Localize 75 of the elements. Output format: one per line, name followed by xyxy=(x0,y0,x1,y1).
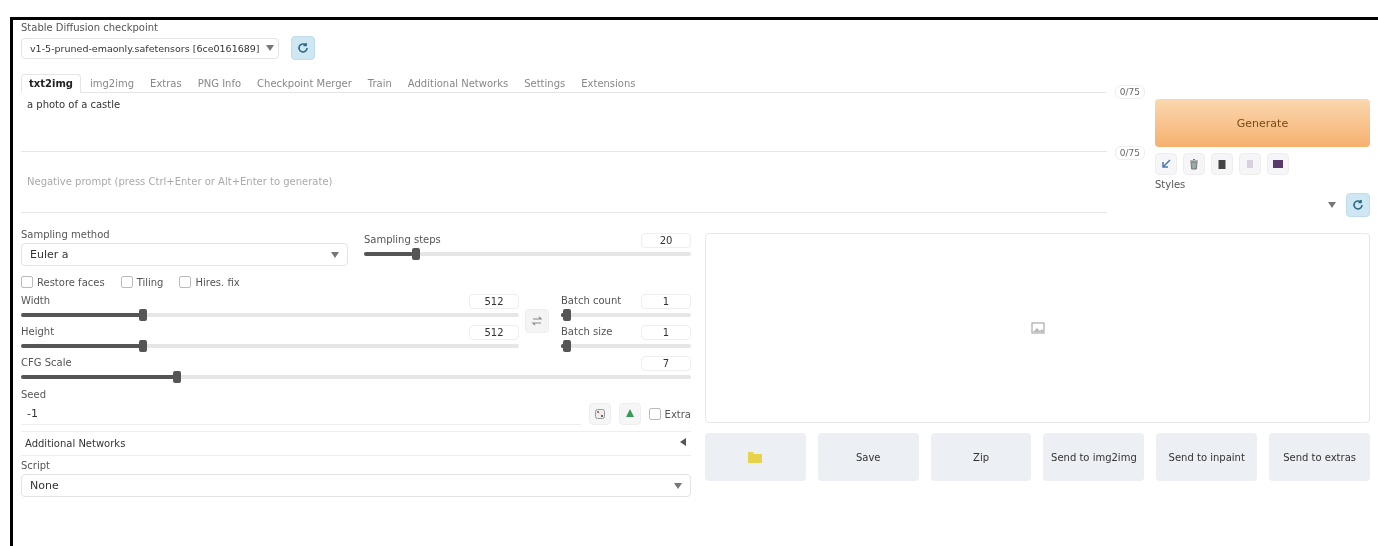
checkbox[interactable] xyxy=(21,276,33,288)
script-label: Script xyxy=(21,460,51,471)
output-button[interactable]: Send to extras xyxy=(1269,433,1370,481)
token-counter: 0/75 xyxy=(1114,146,1145,160)
seed-field[interactable]: -1 xyxy=(21,403,581,425)
folder-icon xyxy=(747,450,764,464)
checkbox[interactable] xyxy=(648,408,661,420)
number-field[interactable]: 512 xyxy=(469,325,519,340)
slider-label: Width xyxy=(21,294,51,306)
checkpoint-dropdown[interactable]: v1-5-pruned-emaonly.safetensors [6ce0161689] xyxy=(21,37,279,59)
caret-icon xyxy=(265,45,274,51)
checkbox[interactable] xyxy=(120,276,133,288)
slider-label: CFG Scale xyxy=(21,356,72,368)
token-counter: 0/75 xyxy=(1114,85,1145,99)
tab[interactable]: Extensions xyxy=(574,74,643,92)
clipboard-button[interactable] xyxy=(1211,153,1233,175)
checkbox[interactable] xyxy=(179,276,192,288)
slider-label: Sampling steps xyxy=(364,233,441,245)
script-dropdown[interactable]: None xyxy=(21,474,691,497)
output-button[interactable]: Send to inpaint xyxy=(1156,433,1258,481)
generate-button[interactable]: Generate xyxy=(1155,99,1370,147)
model-button[interactable] xyxy=(1267,153,1289,175)
number-field[interactable]: 7 xyxy=(641,356,691,371)
tab[interactable]: Additional Networks xyxy=(400,74,516,92)
sampling-method-dropdown[interactable]: Euler a xyxy=(21,243,348,266)
refresh-button[interactable] xyxy=(291,36,315,60)
slider-label: Batch size xyxy=(561,325,613,337)
output-button[interactable]: Save xyxy=(817,433,919,481)
seed-label: Seed xyxy=(21,389,47,400)
checkbox-label: Hires. fix xyxy=(195,276,240,288)
refresh-icon xyxy=(1352,199,1364,211)
checkpoint-label: Stable Diffusion checkpoint xyxy=(21,22,159,33)
image-icon xyxy=(1029,320,1046,336)
slider-thumb[interactable] xyxy=(173,371,182,383)
slider-thumb[interactable] xyxy=(563,340,572,352)
slider-thumb[interactable] xyxy=(138,340,147,352)
caret-icon xyxy=(331,251,339,258)
slider-thumb[interactable] xyxy=(138,309,147,321)
caret-icon xyxy=(674,482,682,489)
slider-label: Batch count xyxy=(561,294,622,306)
number-field[interactable]: 20 xyxy=(641,233,691,248)
number-field[interactable]: 1 xyxy=(641,294,691,309)
arrow-icon xyxy=(1160,158,1172,170)
checkbox-label: Extra xyxy=(664,408,691,420)
refresh-icon xyxy=(297,42,309,54)
refresh-button[interactable] xyxy=(1346,193,1370,217)
read-params-button[interactable] xyxy=(1155,153,1177,175)
styles-label: Styles xyxy=(1155,179,1187,190)
tab[interactable]: txt2img xyxy=(21,74,81,93)
tab[interactable]: Train xyxy=(360,74,399,92)
caret-icon xyxy=(1328,202,1336,208)
output-button[interactable]: Send to img2img xyxy=(1043,433,1145,481)
accordion-header[interactable]: Additional Networks xyxy=(21,431,691,456)
checkbox-label: Restore faces xyxy=(37,276,105,288)
number-field[interactable]: 512 xyxy=(469,294,519,309)
random-seed-button[interactable] xyxy=(588,403,611,425)
dice-icon xyxy=(593,408,606,420)
slider-thumb[interactable] xyxy=(411,248,420,260)
tab[interactable]: Extras xyxy=(143,74,189,92)
slider-label: Height xyxy=(21,325,55,337)
checkbox-label: Tiling xyxy=(136,276,164,288)
tab[interactable]: img2img xyxy=(83,74,142,92)
page-icon xyxy=(1244,158,1256,170)
slider-thumb[interactable] xyxy=(563,309,572,321)
reuse-seed-button[interactable] xyxy=(618,403,641,425)
tab[interactable]: Checkpoint Merger xyxy=(250,74,359,92)
output-button[interactable]: Zip xyxy=(930,433,1032,481)
number-field[interactable]: 1 xyxy=(641,325,691,340)
tab[interactable]: Settings xyxy=(517,74,573,92)
swap-icon xyxy=(531,315,543,327)
trash-icon xyxy=(1188,158,1200,170)
sampling-method-label: Sampling method xyxy=(21,229,111,240)
prompt-field[interactable]: a photo of a castle xyxy=(21,95,1107,152)
tab[interactable]: PNG Info xyxy=(190,74,249,92)
clear-button[interactable] xyxy=(1183,153,1205,175)
